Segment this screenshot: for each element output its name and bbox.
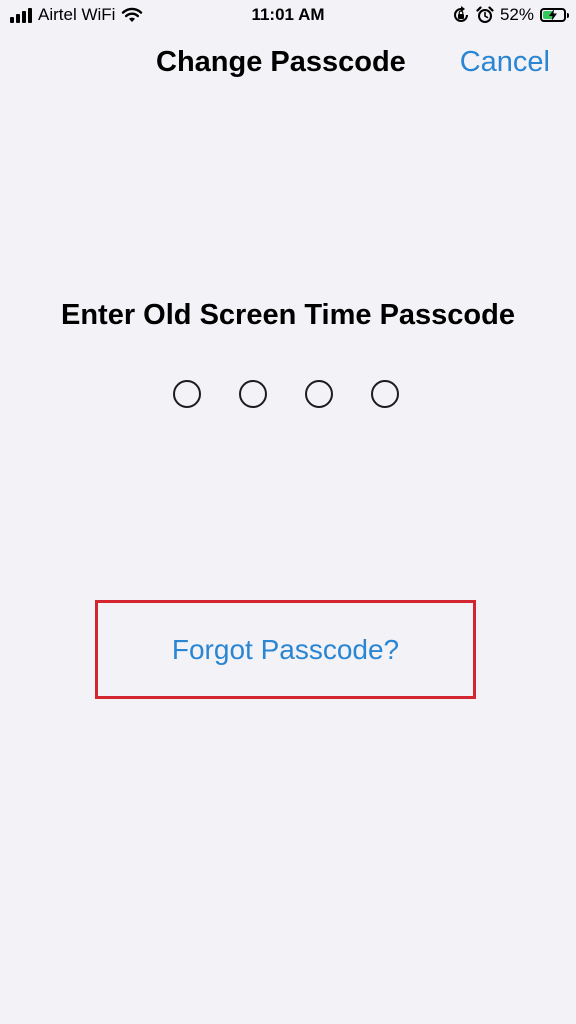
forgot-passcode-button[interactable]: Forgot Passcode? xyxy=(95,600,476,699)
passcode-dot xyxy=(239,380,267,408)
passcode-dot xyxy=(371,380,399,408)
alarm-icon xyxy=(476,6,494,23)
cancel-button[interactable]: Cancel xyxy=(460,42,550,82)
passcode-dot xyxy=(305,380,333,408)
charging-icon xyxy=(549,9,557,21)
passcode-prompt: Enter Old Screen Time Passcode xyxy=(61,299,515,331)
status-bar: Airtel WiFi 11:01 AM 52% xyxy=(0,0,576,34)
battery-percentage: 52% xyxy=(499,5,534,24)
battery-icon xyxy=(540,8,569,22)
orientation-lock-icon xyxy=(454,6,468,22)
page-title: Change Passcode xyxy=(156,46,406,78)
passcode-dot xyxy=(173,380,201,408)
passcode-input[interactable] xyxy=(173,380,399,408)
change-passcode-screen: Airtel WiFi 11:01 AM 52% Change Passcode… xyxy=(0,0,576,1024)
status-right: 52% xyxy=(452,5,569,25)
